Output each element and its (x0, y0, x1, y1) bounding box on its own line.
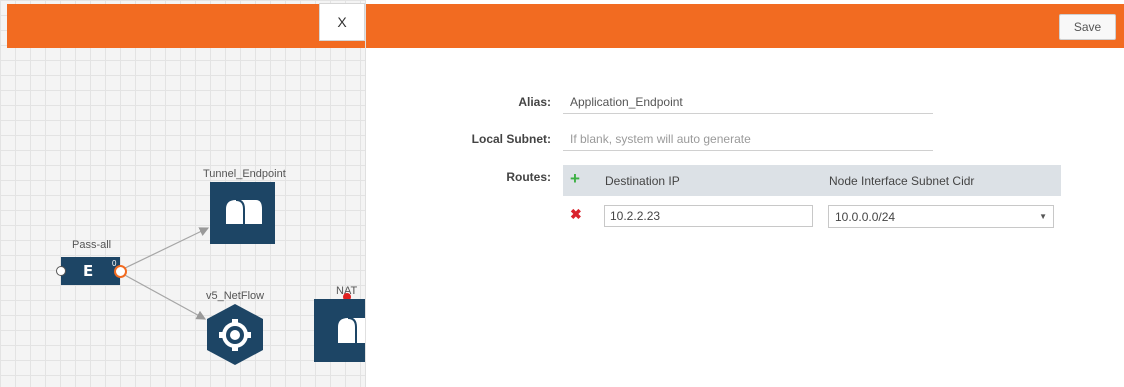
pass-all-node[interactable]: E 0 (61, 257, 120, 285)
panel-header-bar (366, 4, 1124, 48)
pass-all-label: Pass-all (72, 239, 112, 251)
panel-divider (365, 0, 366, 387)
column-destination-ip: Destination IP (605, 174, 680, 188)
edge-pass-all-tunnel (120, 227, 210, 271)
add-route-icon[interactable]: + (570, 169, 580, 189)
filter-icon: E (83, 262, 94, 280)
remove-route-icon[interactable]: ✖ (570, 206, 582, 223)
column-subnet-cidr: Node Interface Subnet Cidr (829, 174, 975, 188)
chevron-down-icon: ▼ (1039, 212, 1047, 221)
v5-netflow-label: v5_NetFlow (206, 290, 265, 302)
input-port[interactable] (56, 266, 66, 276)
output-port[interactable] (114, 265, 127, 278)
alias-input[interactable] (563, 90, 933, 114)
subnet-cidr-value: 10.0.0.0/24 (835, 209, 896, 224)
nat-node[interactable] (314, 299, 365, 362)
tunnel-endpoint-node[interactable] (210, 182, 275, 244)
edge-pass-all-netflow (120, 272, 207, 320)
canvas-connections (120, 227, 210, 320)
tunnel-icon (226, 199, 262, 224)
local-subnet-label: Local Subnet: (471, 132, 551, 146)
subnet-cidr-select[interactable]: 10.0.0.0/24 ▼ (828, 205, 1054, 228)
v5-netflow-node[interactable] (205, 303, 265, 367)
destination-ip-input[interactable] (604, 205, 813, 227)
tunnel-endpoint-label: Tunnel_Endpoint (203, 168, 286, 180)
routes-label: Routes: (506, 170, 551, 184)
save-button[interactable]: Save (1059, 14, 1116, 40)
tunnel-icon (338, 317, 365, 343)
local-subnet-input[interactable] (563, 127, 933, 151)
alias-label: Alias: (518, 95, 551, 109)
